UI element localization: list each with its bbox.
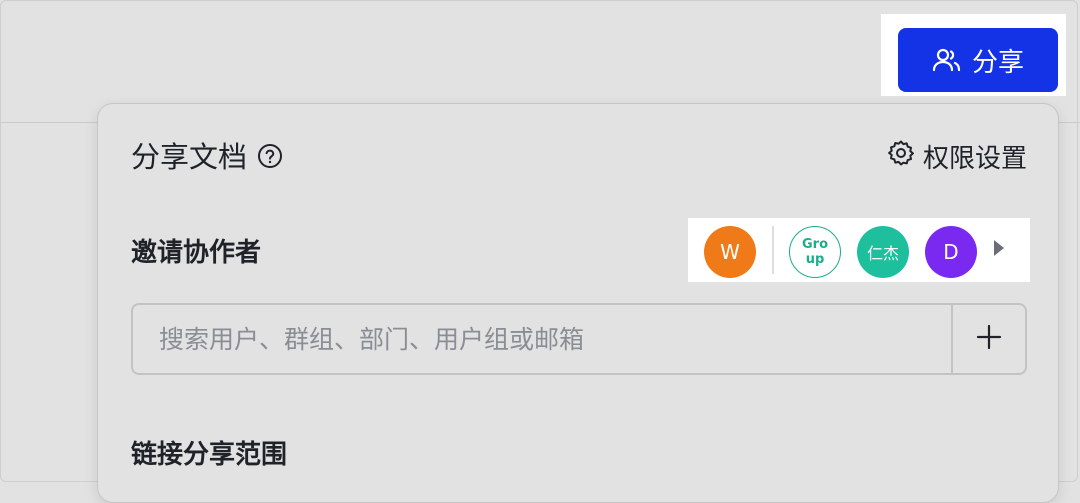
share-button[interactable]: 分享 <box>898 28 1058 92</box>
gear-icon <box>887 139 915 174</box>
link-share-scope-label: 链接分享范围 <box>131 440 288 470</box>
share-panel: 分享文档 权限设置 邀请协作者 W Group 仁杰 D 搜索用户、群组、部门、… <box>97 103 1059 503</box>
invite-collaborators-label: 邀请协作者 <box>131 238 262 268</box>
avatar[interactable]: Group <box>789 226 841 278</box>
question-circle-icon[interactable] <box>257 142 283 168</box>
search-field <box>131 303 1027 375</box>
avatar[interactable]: D <box>925 226 977 278</box>
panel-title-text: 分享文档 <box>131 140 248 174</box>
add-collaborator-button[interactable] <box>951 305 1025 373</box>
collaborator-avatars: W Group 仁杰 D <box>688 218 1030 282</box>
share-button-label: 分享 <box>971 47 1024 78</box>
avatar-divider <box>772 226 774 274</box>
avatar[interactable]: 仁杰 <box>857 226 909 278</box>
permission-settings-label: 权限设置 <box>922 144 1027 174</box>
caret-right-icon[interactable] <box>994 240 1004 256</box>
search-input[interactable] <box>133 305 951 373</box>
users-icon <box>932 47 962 73</box>
permission-settings-button[interactable]: 权限设置 <box>887 138 1027 175</box>
panel-title: 分享文档 <box>131 134 283 176</box>
plus-icon <box>975 323 1003 355</box>
avatar[interactable]: W <box>704 226 756 278</box>
